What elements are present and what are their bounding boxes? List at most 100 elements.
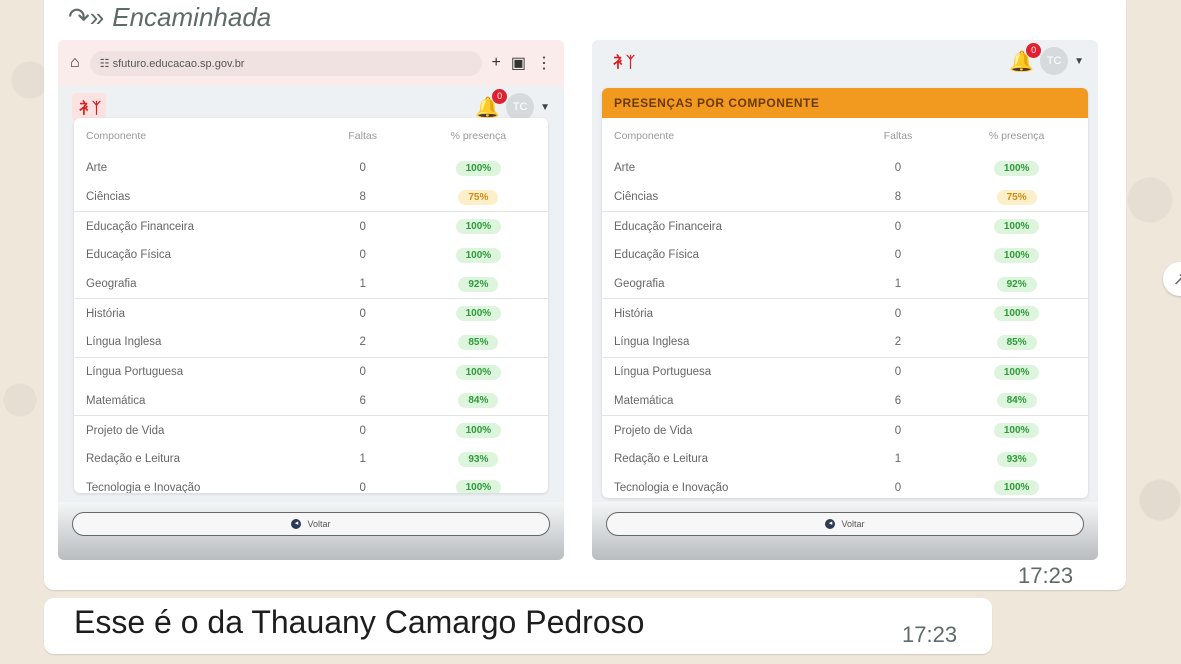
text-message-bubble[interactable]: Esse é o da Thauany Camargo Pedroso 17:2… <box>44 598 992 654</box>
message-timestamp: 17:23 <box>902 622 958 647</box>
presenca-cell: 100% <box>409 474 548 493</box>
logo: 衤ᛉ <box>612 53 635 71</box>
table-row: Redação e Leitura 1 93% <box>74 445 548 474</box>
faltas-value: 1 <box>359 278 366 291</box>
table-row: Educação Física 0 100% <box>74 241 548 270</box>
chevron-down-icon: ▼ <box>1074 55 1084 67</box>
presenca-cell: 84% <box>945 387 1088 416</box>
screenshot-left: ⌂ ☷ sfuturo.educacao.sp.gov.br + ▣ ⋮ 衤ᛉ … <box>58 40 564 560</box>
component-name: Ciências <box>86 191 131 204</box>
table-row: Matemática 6 84% <box>74 387 548 416</box>
tabs-icon: ▣ <box>510 55 526 72</box>
attendance-card: PRESENÇAS POR COMPONENTE Componente Falt… <box>602 88 1088 498</box>
presenca-cell: 100% <box>408 211 548 242</box>
presenca-badge: 100% <box>993 219 1040 235</box>
faltas-value: 0 <box>894 249 902 262</box>
screenshot-right: 衤ᛉ 🔔 0 TC ▼ PRESENÇAS POR COMPONENTE Comp… <box>592 40 1098 560</box>
table-row: Educação Financeira 0 100% <box>602 211 1088 242</box>
component-name: Língua Portuguesa <box>74 356 317 387</box>
presenca-badge: 75% <box>996 189 1037 205</box>
presenca-badge: 100% <box>993 160 1040 176</box>
back-button: ◂ Voltar <box>72 512 550 536</box>
table-row: Geografia 1 92% <box>74 270 548 299</box>
back-button-label: Voltar <box>841 519 865 529</box>
faltas-value: 0 <box>850 298 946 329</box>
table-row: História 0 100% <box>602 298 1088 329</box>
presenca-cell: 85% <box>945 328 1088 357</box>
presenca-badge: 100% <box>455 306 502 322</box>
attendance-table: Componente Faltas % presença Arte 0 100% Ci… <box>602 118 1088 498</box>
presenca-badge: 100% <box>455 423 502 439</box>
presenca-badge: 100% <box>455 364 502 380</box>
new-tab-icon: + <box>491 54 501 71</box>
presenca-badge: 100% <box>455 247 502 263</box>
presenca-badge: 85% <box>996 334 1037 350</box>
faltas-value: 0 <box>894 162 902 175</box>
table-row: Projeto de Vida 0 100% <box>602 415 1088 445</box>
table-row: Tecnologia e Inovação 0 100% <box>602 474 1088 498</box>
presenca-cell: 100% <box>945 356 1088 387</box>
attendance-table: Componente Faltas % presença Arte 0 100% Ci… <box>74 118 548 493</box>
forwarded-label: ↷» Encaminhada <box>68 2 271 33</box>
notification-count: 0 <box>492 88 508 104</box>
faltas-value: 1 <box>894 453 902 466</box>
header-faltas: Faltas <box>883 130 913 142</box>
message-timestamp: 17:23 <box>1018 563 1074 588</box>
avatar: TC <box>1040 47 1069 75</box>
bottom-bar: ◂ Voltar <box>592 502 1098 560</box>
forwarded-text: Encaminhada <box>112 2 272 32</box>
presenca-badge: 100% <box>993 306 1040 322</box>
presenca-cell: 92% <box>409 270 548 299</box>
table-row: Língua Portuguesa 0 100% <box>74 356 548 387</box>
presenca-badge: 100% <box>993 247 1040 263</box>
component-name: Educação Física <box>86 249 172 262</box>
faltas-value: 2 <box>359 336 366 349</box>
component-name: Educação Física <box>614 249 700 262</box>
back-arrow-icon: ◂ <box>291 519 302 529</box>
avatar: TC <box>506 93 535 121</box>
header-presenca: % presença <box>450 130 507 142</box>
presenca-badge: 100% <box>455 219 502 235</box>
presenca-cell: 100% <box>945 474 1088 498</box>
component-name: Geografia <box>614 278 665 291</box>
logo: 衤ᛉ <box>72 93 106 121</box>
component-name: Ciências <box>614 191 659 204</box>
forwarded-message-bubble[interactable]: ↷» Encaminhada ⌂ ☷ sfuturo.educacao.sp.g… <box>44 0 1126 590</box>
back-button-label: Voltar <box>307 519 331 529</box>
presenca-badge: 100% <box>455 160 502 176</box>
table-row: Redação e Leitura 1 93% <box>602 445 1088 474</box>
table-row: História 0 100% <box>74 298 548 329</box>
presenca-cell: 100% <box>408 356 548 387</box>
component-name: Projeto de Vida <box>602 415 851 445</box>
presenca-badge: 85% <box>458 334 499 350</box>
faltas-value: 1 <box>359 453 366 466</box>
table-row: Língua Portuguesa 0 100% <box>602 356 1088 387</box>
table-row: Projeto de Vida 0 100% <box>74 415 548 445</box>
faltas-value: 8 <box>894 191 902 204</box>
faltas-value: 0 <box>316 298 409 329</box>
header-componente: Componente <box>86 130 147 142</box>
presenca-badge: 84% <box>996 393 1037 409</box>
component-name: Educação Financeira <box>74 211 317 242</box>
presenca-cell: 100% <box>945 211 1088 242</box>
presenca-badge: 92% <box>996 276 1037 292</box>
presenca-badge: 75% <box>458 189 499 205</box>
presenca-cell: 92% <box>945 270 1088 299</box>
chevron-down-icon: ▼ <box>540 101 550 113</box>
header-componente: Componente <box>614 130 675 142</box>
presenca-cell: 93% <box>409 445 548 474</box>
back-button: ◂ Voltar <box>606 512 1084 536</box>
table-row: Arte 0 100% <box>602 154 1088 183</box>
component-name: Arte <box>86 162 108 175</box>
presenca-cell: 84% <box>409 387 548 416</box>
presenca-cell: 100% <box>409 241 548 270</box>
header-presenca: % presença <box>988 130 1045 142</box>
url-text: sfuturo.educacao.sp.gov.br <box>112 57 245 70</box>
component-name: Língua Portuguesa <box>602 356 851 387</box>
component-name: Educação Financeira <box>602 211 851 242</box>
component-name: Tecnologia e Inovação <box>86 481 201 493</box>
bell-icon: 🔔 0 <box>1009 42 1042 74</box>
faltas-value: 6 <box>359 394 366 407</box>
home-icon: ⌂ <box>70 54 80 71</box>
faltas-value: 0 <box>359 481 366 493</box>
